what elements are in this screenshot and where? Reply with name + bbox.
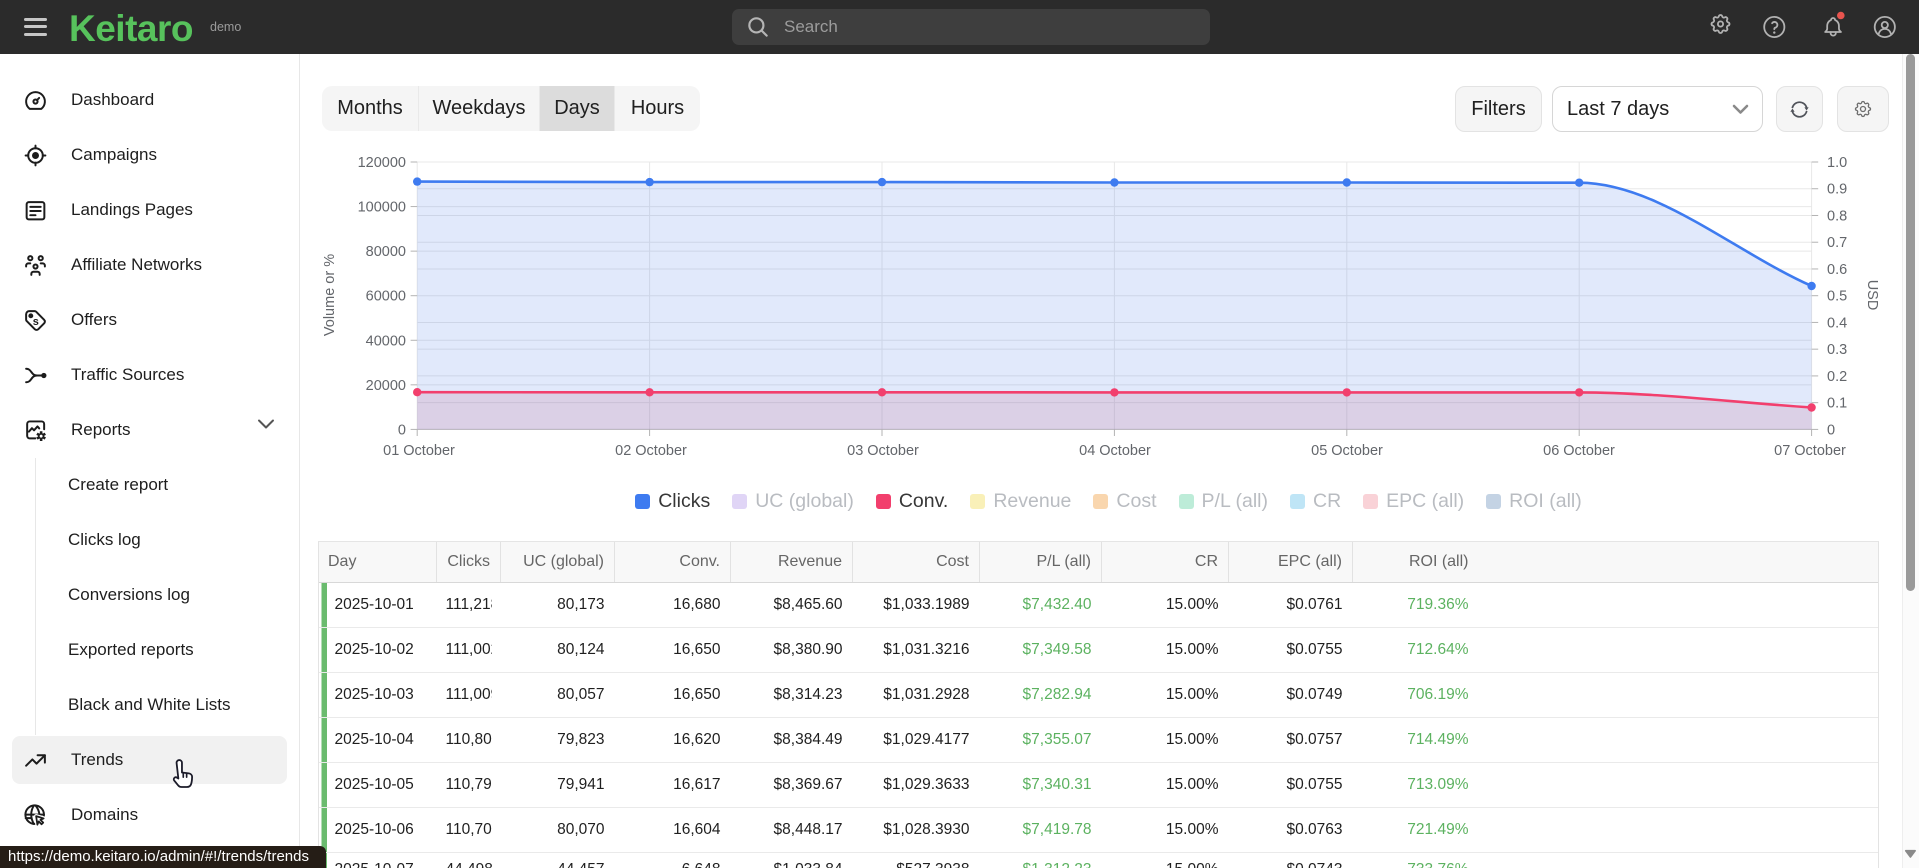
svg-text:0.7: 0.7 xyxy=(1827,235,1847,251)
svg-text:0.5: 0.5 xyxy=(1827,289,1847,305)
svg-text:0: 0 xyxy=(1827,422,1835,438)
svg-text:120000: 120000 xyxy=(358,155,406,171)
svg-text:0.1: 0.1 xyxy=(1827,396,1847,412)
svg-text:0: 0 xyxy=(398,422,406,438)
svg-text:05 October: 05 October xyxy=(1311,443,1383,459)
svg-text:40000: 40000 xyxy=(366,333,406,349)
svg-text:0.8: 0.8 xyxy=(1827,209,1847,225)
svg-text:0.3: 0.3 xyxy=(1827,342,1847,358)
svg-text:s: s xyxy=(33,315,39,327)
svg-text:0.2: 0.2 xyxy=(1827,369,1847,385)
svg-text:USD: USD xyxy=(1864,280,1880,311)
svg-text:100000: 100000 xyxy=(358,200,406,216)
svg-text:06 October: 06 October xyxy=(1543,443,1615,459)
svg-text:02 October: 02 October xyxy=(615,443,687,459)
svg-text:0.6: 0.6 xyxy=(1827,262,1847,278)
svg-text:60000: 60000 xyxy=(366,289,406,305)
svg-text:Volume or %: Volume or % xyxy=(322,254,338,336)
svg-text:0.9: 0.9 xyxy=(1827,182,1847,198)
svg-text:01 October: 01 October xyxy=(383,443,455,459)
svg-text:03 October: 03 October xyxy=(847,443,919,459)
svg-text:80000: 80000 xyxy=(366,244,406,260)
svg-text:20000: 20000 xyxy=(366,378,406,394)
svg-text:07 October: 07 October xyxy=(1774,443,1846,459)
svg-text:04 October: 04 October xyxy=(1079,443,1151,459)
svg-text:1.0: 1.0 xyxy=(1827,155,1847,171)
svg-text:0.4: 0.4 xyxy=(1827,315,1847,331)
